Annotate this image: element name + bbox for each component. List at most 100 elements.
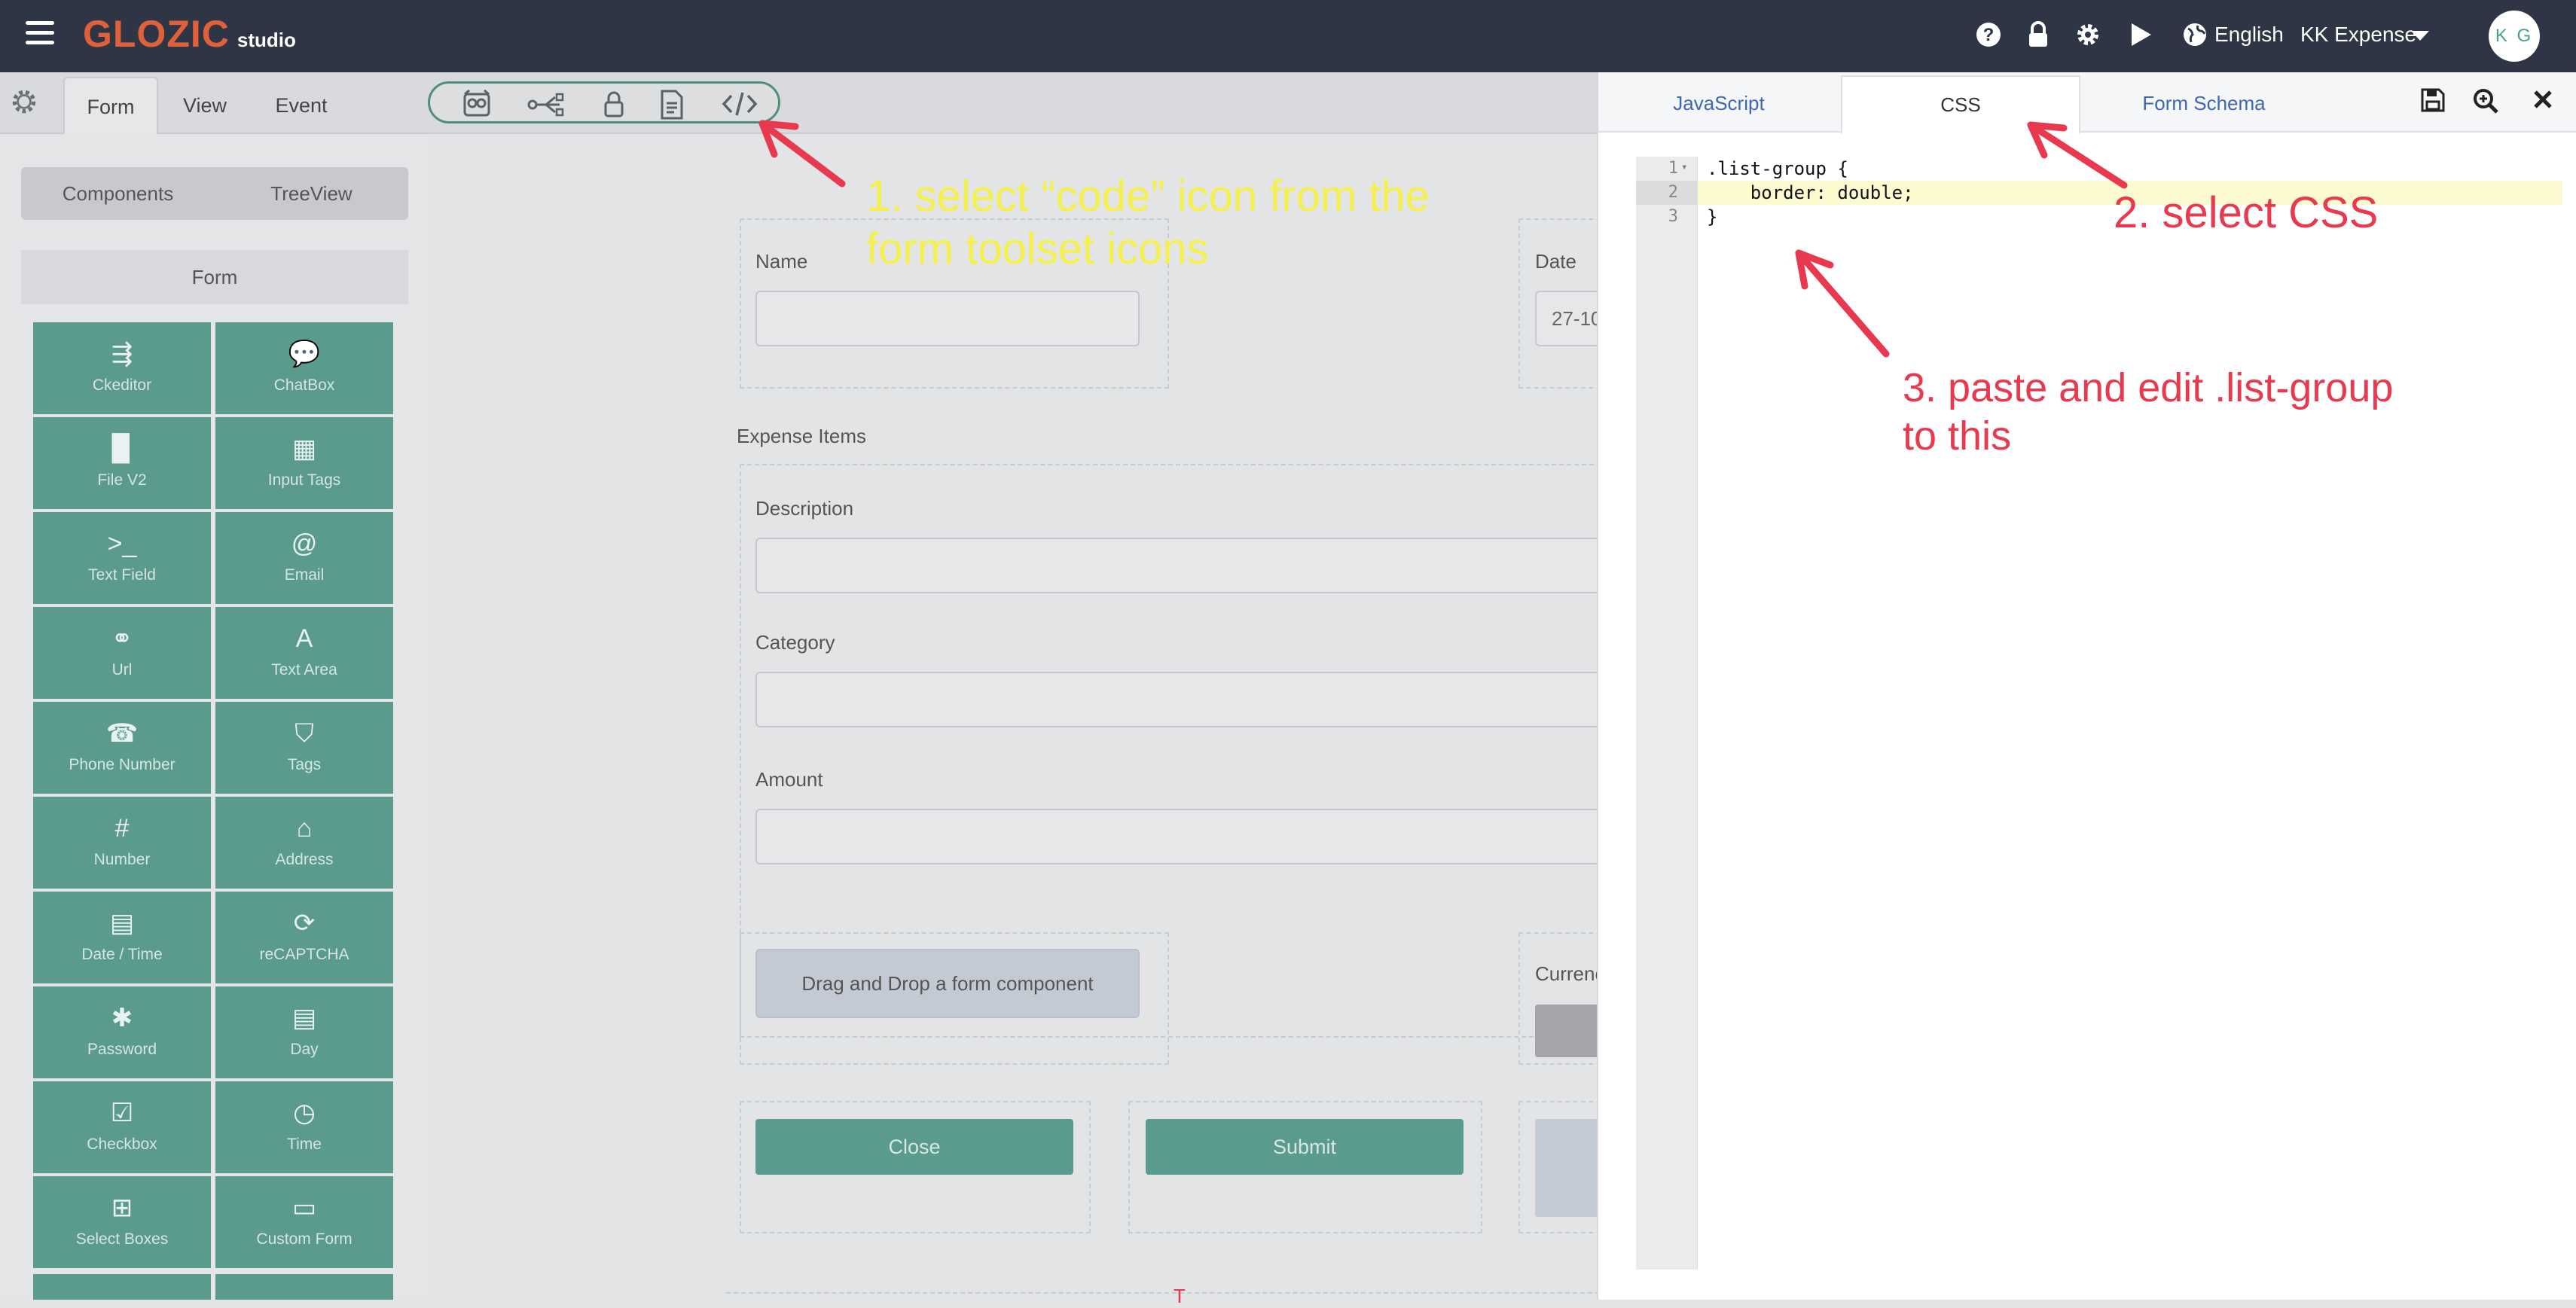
css-editor[interactable]: 1 ▾ 2 3 .list-group { border: double; } bbox=[1636, 157, 2562, 1270]
component-icon: >_ bbox=[107, 529, 137, 558]
component-tile-select-boxes[interactable]: ⊞ Select Boxes bbox=[33, 1176, 211, 1268]
help-icon[interactable]: ? bbox=[1973, 21, 2004, 51]
annotation-step1-line1: 1. select “code” icon from the bbox=[866, 172, 1430, 221]
description-label: Description bbox=[755, 497, 854, 520]
annotation-step3-line1: 3. paste and edit .list-group bbox=[1903, 365, 2394, 410]
tab-view[interactable]: View bbox=[166, 77, 244, 134]
component-label: Custom Form bbox=[256, 1230, 353, 1248]
save-icon[interactable] bbox=[2418, 87, 2448, 117]
component-label: Date / Time bbox=[81, 946, 163, 963]
app-logo[interactable]: GLOZIC studio bbox=[83, 12, 296, 57]
component-tile-ckeditor[interactable]: ⇶ Ckeditor bbox=[33, 322, 211, 414]
component-group-header[interactable]: Form bbox=[21, 250, 408, 304]
component-tile-tags[interactable]: ⛉ Tags bbox=[215, 702, 393, 794]
form-toolset bbox=[428, 81, 780, 123]
component-icon: ▤ bbox=[291, 1004, 317, 1032]
component-label: Day bbox=[290, 1041, 319, 1058]
language-selector[interactable]: English bbox=[2214, 23, 2284, 47]
line-number: 2 bbox=[1636, 181, 1698, 205]
zoom-icon[interactable] bbox=[2471, 87, 2501, 117]
owl-icon[interactable] bbox=[460, 89, 495, 118]
code-line[interactable]: } bbox=[1707, 205, 1717, 229]
annotation-step2: 2. select CSS bbox=[2114, 188, 2379, 237]
line-number-gutter bbox=[1636, 157, 1698, 1270]
components-tab[interactable]: Components bbox=[21, 167, 215, 220]
close-button[interactable]: Close bbox=[755, 1119, 1073, 1175]
tab-css[interactable]: CSS bbox=[1841, 75, 2080, 134]
component-icon: ✱ bbox=[111, 1004, 133, 1032]
submit-button[interactable]: Submit bbox=[1146, 1119, 1463, 1175]
document-icon[interactable] bbox=[656, 90, 691, 120]
play-icon[interactable] bbox=[2126, 21, 2156, 51]
component-tile-url[interactable]: ⚭ Url bbox=[33, 607, 211, 699]
code-icon[interactable] bbox=[721, 90, 758, 118]
component-tile-password[interactable]: ✱ Password bbox=[33, 986, 211, 1078]
component-tile-day[interactable]: ▤ Day bbox=[215, 986, 393, 1078]
component-tile-phone-number[interactable]: ☎ Phone Number bbox=[33, 702, 211, 794]
component-tile-date-time[interactable]: ▤ Date / Time bbox=[33, 892, 211, 983]
component-tile-address[interactable]: ⌂ Address bbox=[215, 797, 393, 889]
lock-icon[interactable] bbox=[599, 90, 633, 118]
settings-icon[interactable] bbox=[2073, 21, 2103, 51]
code-line[interactable]: border: double; bbox=[1707, 181, 1914, 205]
code-editor-panel: JavaScript CSS Form Schema 1 ▾ 2 3 .list… bbox=[1597, 72, 2576, 1300]
component-label: Text Area bbox=[271, 661, 337, 678]
component-label: Phone Number bbox=[69, 756, 175, 773]
line-number: 3 bbox=[1668, 207, 1678, 226]
annotation-step1-line2: form toolset icons bbox=[866, 224, 1209, 273]
component-tile-email[interactable]: @ Email bbox=[215, 512, 393, 604]
tab-javascript[interactable]: JavaScript bbox=[1598, 75, 1839, 134]
logo-sub-text: studio bbox=[237, 29, 296, 51]
component-tile-input-tags[interactable]: ▦ Input Tags bbox=[215, 417, 393, 509]
category-label: Category bbox=[755, 631, 835, 654]
project-selector[interactable]: KK Expense bbox=[2300, 23, 2416, 47]
category-select[interactable] bbox=[755, 672, 1607, 727]
component-label: Email bbox=[284, 566, 325, 584]
globe-icon[interactable] bbox=[2180, 21, 2210, 51]
component-tile-file-v2[interactable]: ▉ File V2 bbox=[33, 417, 211, 509]
component-tile-partial[interactable] bbox=[33, 1274, 211, 1300]
code-line[interactable]: .list-group { bbox=[1707, 157, 1848, 181]
menu-icon[interactable] bbox=[26, 21, 54, 45]
component-label: reCAPTCHA bbox=[259, 946, 349, 963]
component-tile-number[interactable]: # Number bbox=[33, 797, 211, 889]
name-input[interactable] bbox=[755, 291, 1140, 346]
component-label: Address bbox=[275, 851, 334, 868]
expense-items-title: Expense Items bbox=[737, 425, 866, 447]
component-icon: 💬 bbox=[288, 340, 321, 368]
component-icon: ☑ bbox=[110, 1099, 134, 1127]
component-label: File V2 bbox=[97, 471, 147, 489]
component-label: Tags bbox=[287, 756, 322, 773]
component-tile-partial[interactable] bbox=[215, 1274, 393, 1300]
component-tile-text-area[interactable]: A Text Area bbox=[215, 607, 393, 699]
component-label: Checkbox bbox=[87, 1136, 157, 1153]
component-icon: @ bbox=[291, 529, 318, 558]
treeview-tab[interactable]: TreeView bbox=[215, 167, 408, 220]
component-tile-text-field[interactable]: >_ Text Field bbox=[33, 512, 211, 604]
component-tile-time[interactable]: ◷ Time bbox=[215, 1081, 393, 1173]
component-label: Input Tags bbox=[267, 471, 341, 489]
editor-tabs: JavaScript CSS Form Schema bbox=[1598, 72, 2576, 134]
component-icon: ▭ bbox=[291, 1194, 317, 1222]
avatar[interactable]: K G bbox=[2489, 11, 2540, 62]
tab-form[interactable]: Form bbox=[63, 77, 158, 134]
currency-label: Currenc bbox=[1535, 962, 1605, 985]
lock-icon[interactable] bbox=[2023, 21, 2053, 51]
annotation-step3-line2: to this bbox=[1903, 413, 2012, 459]
component-icon: ◷ bbox=[293, 1099, 316, 1127]
tab-event[interactable]: Event bbox=[256, 77, 346, 134]
fold-arrow-icon[interactable]: ▾ bbox=[1681, 155, 1687, 179]
caret-down-icon[interactable] bbox=[2409, 21, 2431, 51]
component-icon: ⊞ bbox=[111, 1194, 133, 1222]
component-tile-checkbox[interactable]: ☑ Checkbox bbox=[33, 1081, 211, 1173]
component-tile-chatbox[interactable]: 💬 ChatBox bbox=[215, 322, 393, 414]
description-input[interactable] bbox=[755, 538, 1607, 593]
dropzone[interactable]: Drag and Drop a form component bbox=[755, 949, 1140, 1018]
gear-icon[interactable] bbox=[9, 87, 39, 117]
component-tile-recaptcha[interactable]: ⟳ reCAPTCHA bbox=[215, 892, 393, 983]
tab-form-schema[interactable]: Form Schema bbox=[2083, 75, 2324, 134]
flow-icon[interactable] bbox=[526, 90, 569, 118]
component-tile-custom-form[interactable]: ▭ Custom Form bbox=[215, 1176, 393, 1268]
amount-input[interactable] bbox=[755, 809, 1607, 864]
close-icon[interactable] bbox=[2528, 87, 2558, 117]
